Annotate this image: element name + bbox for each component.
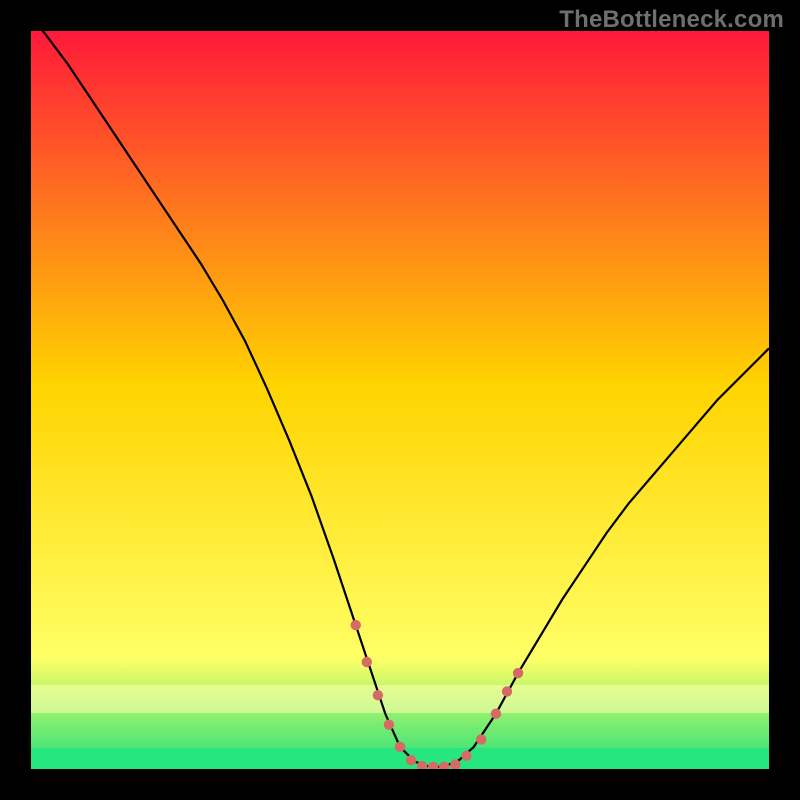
- data-dot: [476, 734, 486, 744]
- data-dot: [351, 620, 361, 630]
- data-dot: [491, 708, 501, 718]
- bottleneck-chart: [31, 31, 769, 769]
- data-dot: [395, 742, 405, 752]
- data-dot: [513, 668, 523, 678]
- outer-frame: TheBottleneck.com: [0, 0, 800, 800]
- data-dot: [384, 720, 394, 730]
- data-dot: [502, 686, 512, 696]
- gradient-background: [31, 31, 769, 769]
- data-dot: [373, 690, 383, 700]
- data-dot: [461, 751, 471, 761]
- watermark-text: TheBottleneck.com: [559, 6, 784, 34]
- data-dot: [362, 657, 372, 667]
- yellow-band-upper: [31, 685, 769, 713]
- data-dot: [406, 755, 416, 765]
